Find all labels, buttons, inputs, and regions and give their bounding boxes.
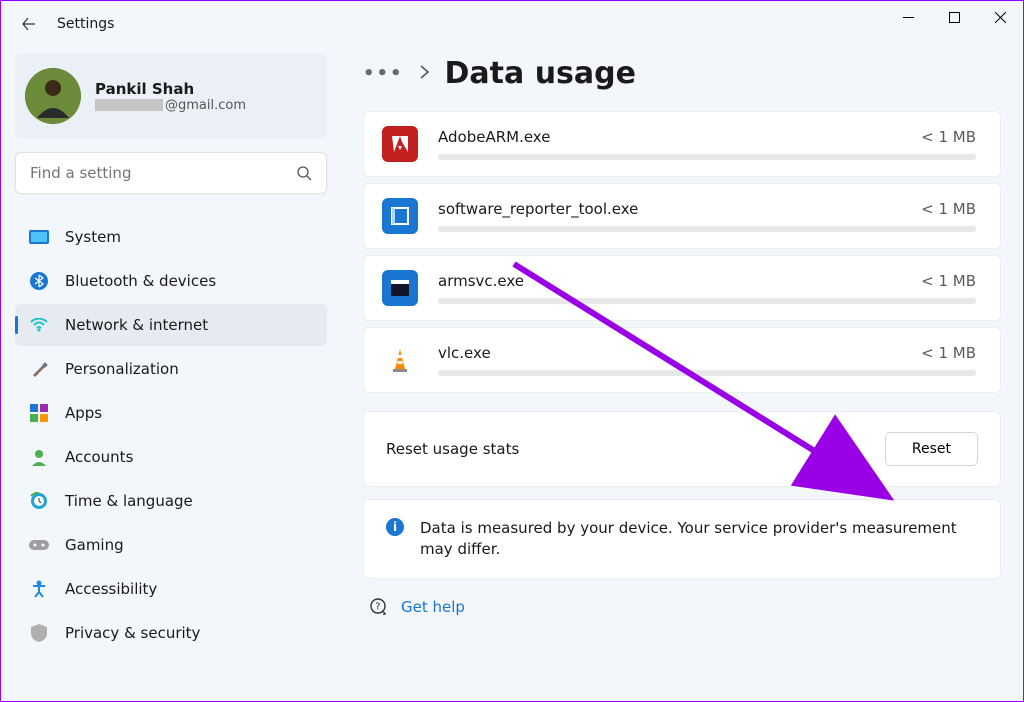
app-usage-row: software_reporter_tool.exe < 1 MB <box>363 183 1001 249</box>
sidebar-item-gaming[interactable]: Gaming <box>15 524 327 566</box>
chevron-right-icon <box>420 64 429 83</box>
close-icon <box>995 12 1006 23</box>
minimize-icon <box>903 12 914 23</box>
info-text: Data is measured by your device. Your se… <box>420 518 978 560</box>
sidebar-item-personalization[interactable]: Personalization <box>15 348 327 390</box>
sidebar-item-accounts[interactable]: Accounts <box>15 436 327 478</box>
accessibility-icon <box>29 579 49 599</box>
app-usage: < 1 MB <box>921 344 976 362</box>
profile-name: Pankil Shah <box>95 80 246 98</box>
help-icon: ? <box>369 597 389 617</box>
info-icon: i <box>386 518 404 536</box>
titlebar: Settings <box>1 1 1023 46</box>
avatar <box>25 68 81 124</box>
progress-bar <box>438 298 976 304</box>
sidebar-item-accessibility[interactable]: Accessibility <box>15 568 327 610</box>
sidebar-item-label: Time & language <box>65 492 193 510</box>
armsvc-icon <box>382 270 418 306</box>
vlc-icon <box>382 342 418 378</box>
maximize-button[interactable] <box>931 1 977 33</box>
accounts-icon <box>29 447 49 467</box>
profile-info: Pankil Shah @gmail.com <box>95 80 246 113</box>
app-name: vlc.exe <box>438 344 491 362</box>
software-tool-icon <box>382 198 418 234</box>
time-icon <box>29 491 49 511</box>
app-usage-row: armsvc.exe < 1 MB <box>363 255 1001 321</box>
wifi-icon <box>29 315 49 335</box>
sidebar-item-bluetooth[interactable]: Bluetooth & devices <box>15 260 327 302</box>
app-usage: < 1 MB <box>921 128 976 146</box>
main-content: ••• Data usage AdobeARM.exe < 1 MB softw… <box>341 46 1023 701</box>
app-name: armsvc.exe <box>438 272 524 290</box>
search-input[interactable] <box>30 164 296 182</box>
sidebar: Pankil Shah @gmail.com System Bluetooth … <box>1 46 341 701</box>
adobe-icon <box>382 126 418 162</box>
nav-list: System Bluetooth & devices Network & int… <box>15 216 327 654</box>
sidebar-item-network[interactable]: Network & internet <box>15 304 327 346</box>
breadcrumb-ellipsis[interactable]: ••• <box>363 63 404 84</box>
sidebar-item-label: Apps <box>65 404 102 422</box>
gaming-icon <box>29 535 49 555</box>
progress-bar <box>438 226 976 232</box>
personalization-icon <box>29 359 49 379</box>
privacy-icon <box>29 623 49 643</box>
app-usage-row: AdobeARM.exe < 1 MB <box>363 111 1001 177</box>
minimize-button[interactable] <box>885 1 931 33</box>
app-name: AdobeARM.exe <box>438 128 550 146</box>
apps-icon <box>29 403 49 423</box>
sidebar-item-time[interactable]: Time & language <box>15 480 327 522</box>
sidebar-item-apps[interactable]: Apps <box>15 392 327 434</box>
back-arrow-icon <box>21 16 37 32</box>
sidebar-item-system[interactable]: System <box>15 216 327 258</box>
app-name: software_reporter_tool.exe <box>438 200 638 218</box>
reset-label: Reset usage stats <box>386 440 519 458</box>
profile-email: @gmail.com <box>95 98 246 113</box>
sidebar-item-label: System <box>65 228 121 246</box>
reset-button[interactable]: Reset <box>885 432 978 466</box>
app-usage: < 1 MB <box>921 272 976 290</box>
progress-bar <box>438 154 976 160</box>
svg-text:?: ? <box>375 602 380 613</box>
sidebar-item-label: Network & internet <box>65 316 208 334</box>
close-button[interactable] <box>977 1 1023 33</box>
search-icon <box>296 165 312 181</box>
sidebar-item-label: Privacy & security <box>65 624 200 642</box>
sidebar-item-label: Accounts <box>65 448 133 466</box>
reset-card: Reset usage stats Reset <box>363 411 1001 487</box>
breadcrumb: ••• Data usage <box>363 56 1001 91</box>
sidebar-item-privacy[interactable]: Privacy & security <box>15 612 327 654</box>
search-box[interactable] <box>15 152 327 194</box>
app-usage-row: vlc.exe < 1 MB <box>363 327 1001 393</box>
sidebar-item-label: Bluetooth & devices <box>65 272 216 290</box>
window-title: Settings <box>57 16 114 32</box>
system-icon <box>29 227 49 247</box>
maximize-icon <box>949 12 960 23</box>
info-card: i Data is measured by your device. Your … <box>363 499 1001 579</box>
sidebar-item-label: Personalization <box>65 360 179 378</box>
help-row[interactable]: ? Get help <box>363 597 1001 629</box>
app-usage: < 1 MB <box>921 200 976 218</box>
help-link[interactable]: Get help <box>401 598 465 616</box>
back-button[interactable] <box>9 4 49 44</box>
window-controls <box>885 1 1023 33</box>
sidebar-item-label: Accessibility <box>65 580 157 598</box>
sidebar-item-label: Gaming <box>65 536 124 554</box>
progress-bar <box>438 370 976 376</box>
page-title: Data usage <box>445 56 636 91</box>
profile-card[interactable]: Pankil Shah @gmail.com <box>15 54 327 138</box>
bluetooth-icon <box>29 271 49 291</box>
